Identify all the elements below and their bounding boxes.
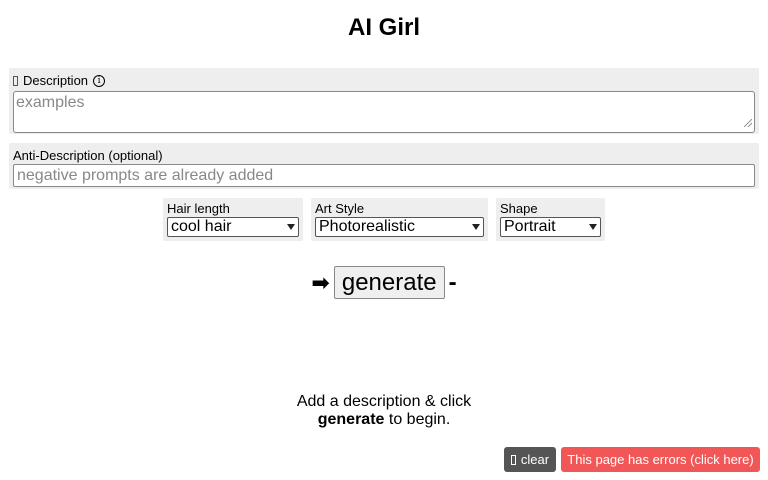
chevron-down-icon (287, 224, 295, 230)
description-panel: Description i (9, 68, 759, 134)
generate-row: ➡ generate - (0, 266, 768, 299)
description-label-row: Description i (13, 72, 755, 89)
hint-rest: to begin. (384, 411, 451, 428)
shape-label: Shape (500, 201, 538, 216)
description-label: Description (23, 73, 89, 88)
hint-line-2: generate to begin. (0, 411, 768, 429)
chevron-down-icon (472, 224, 480, 230)
anti-description-label: Anti-Description (optional) (13, 148, 163, 163)
dash-symbol: - (448, 268, 457, 296)
hair-length-value: cool hair (171, 218, 232, 235)
hair-length-group: Hair length cool hair (163, 198, 303, 241)
hint-text: Add a description & click generate to be… (0, 393, 768, 429)
shape-group: Shape Portrait (496, 198, 605, 241)
info-icon[interactable]: i (93, 74, 106, 87)
clear-button[interactable]: clear (504, 447, 556, 472)
shape-select[interactable]: Portrait (500, 217, 601, 237)
hint-bold: generate (317, 411, 385, 428)
hair-length-label: Hair length (167, 201, 230, 216)
hair-length-select[interactable]: cool hair (167, 217, 299, 237)
art-style-select[interactable]: Photorealistic (315, 217, 484, 237)
clear-label: clear (520, 452, 550, 467)
art-style-value: Photorealistic (319, 218, 416, 235)
art-style-label: Art Style (315, 201, 365, 216)
description-input[interactable] (13, 91, 755, 133)
arrow-right-icon: ➡ (311, 269, 330, 295)
hint-line-1: Add a description & click (296, 393, 472, 410)
missing-glyph-icon (510, 454, 516, 465)
shape-value: Portrait (504, 218, 556, 235)
missing-glyph-icon (13, 75, 18, 86)
resize-grip-icon[interactable] (744, 119, 752, 127)
chevron-down-icon (589, 224, 597, 230)
errors-button[interactable]: This page has errors (click here) (561, 447, 760, 472)
anti-description-input[interactable] (13, 164, 755, 187)
art-style-group: Art Style Photorealistic (311, 198, 488, 241)
anti-description-panel: Anti-Description (optional) (9, 143, 759, 189)
page-title: AI Girl (347, 14, 420, 41)
generate-button[interactable]: generate (333, 266, 445, 299)
